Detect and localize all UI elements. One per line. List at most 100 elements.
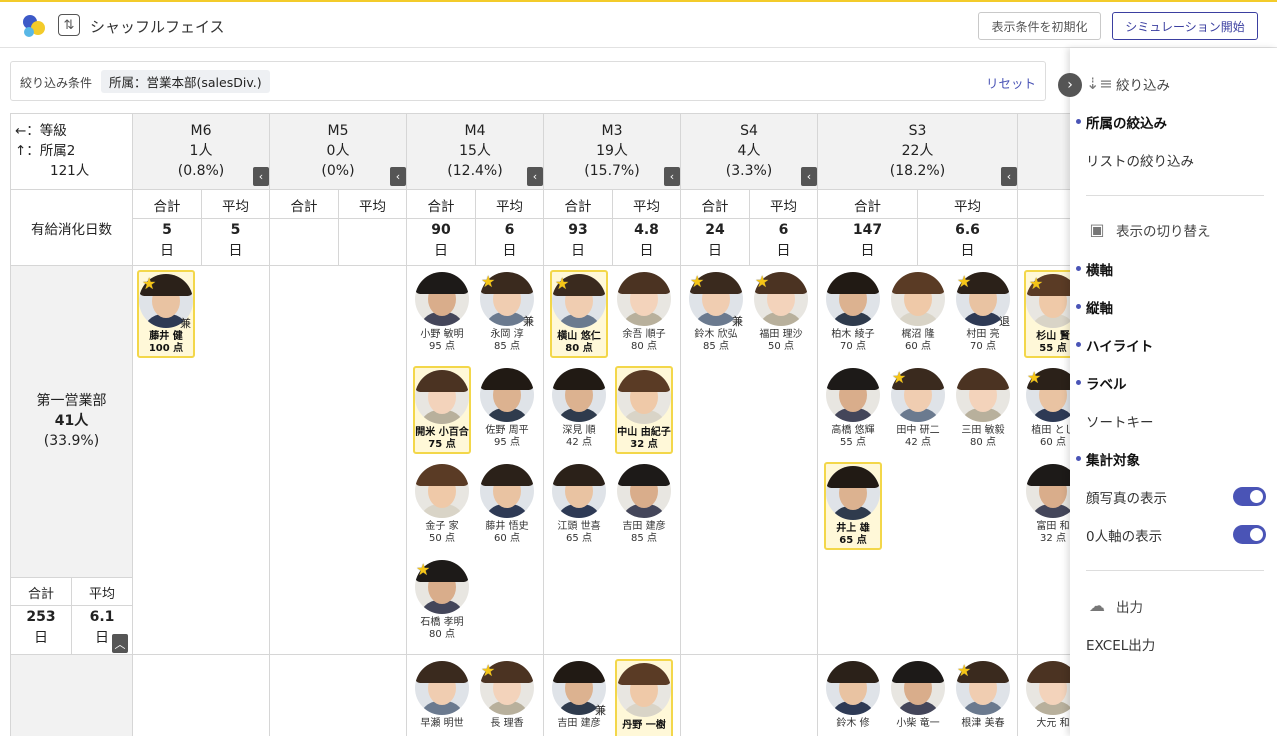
panel-item-aggregate[interactable]: 集計対象 <box>1086 449 1140 469</box>
person-score: 55 点 <box>840 437 866 448</box>
collapse-column-icon[interactable]: ‹ <box>527 167 543 186</box>
sum-unit: 日 <box>860 243 875 259</box>
person-card[interactable]: 富田 和 32 点 <box>1024 462 1070 550</box>
person-card[interactable]: 三田 敏毅 80 点 <box>954 366 1012 454</box>
person-card[interactable]: 高橋 悠輝 55 点 <box>824 366 882 454</box>
person-card[interactable]: 小野 敏明 95 点 <box>413 270 471 358</box>
collapse-column-icon[interactable]: ‹ <box>1001 167 1017 186</box>
row-avg-label-text: 平均 <box>88 587 115 602</box>
person-card[interactable]: 江頭 世喜 65 点 <box>550 462 608 550</box>
filter-chip[interactable]: 所属：営業本部(salesDiv.) <box>101 70 270 93</box>
person-photo <box>617 663 671 717</box>
avg-number-text: 6 <box>504 222 515 238</box>
person-card[interactable]: 余吾 順子 80 点 <box>615 270 673 358</box>
person-card[interactable]: 小柴 竜一 <box>889 659 947 736</box>
filter-reset-link[interactable]: リセット <box>986 73 1036 92</box>
person-card[interactable]: ★ 兼永岡 淳 85 点 <box>478 270 536 358</box>
person-card[interactable]: ★ 長 理香 <box>478 659 536 736</box>
filter-bar: 絞り込み条件 所属：営業本部(salesDiv.) リセット <box>10 61 1046 101</box>
avg-label: 平均 <box>750 190 818 219</box>
panel-toggle-icon[interactable]: › <box>1058 73 1082 97</box>
active-dot <box>1076 380 1081 385</box>
panel-item-label[interactable]: ラベル <box>1086 373 1127 393</box>
photo-hair <box>617 370 671 392</box>
person-card[interactable]: ★ 石橋 孝明 80 点 <box>413 558 471 646</box>
panel-item-highlight[interactable]: ハイライト <box>1086 335 1153 355</box>
panel-item-sort-key[interactable]: ソートキー <box>1086 411 1154 431</box>
shuffle-icon[interactable]: ⇅ <box>58 14 80 36</box>
sum-label: 合計 <box>818 190 918 219</box>
person-card[interactable]: 佐野 周平 95 点 <box>478 366 536 454</box>
person-name: 植田 とし <box>1031 425 1070 436</box>
collapse-column-icon[interactable]: ‹ <box>801 167 817 186</box>
zero-axis-toggle-switch[interactable] <box>1233 525 1266 544</box>
avg-label: 平均 <box>476 190 544 219</box>
person-card[interactable]: 丹野 一樹 <box>615 659 673 736</box>
person-card[interactable]: 吉田 建彦 85 点 <box>615 462 673 550</box>
sum-number-text: 147 <box>852 222 883 238</box>
panel-item-x-axis[interactable]: 横軸 <box>1086 259 1113 279</box>
person-card[interactable]: 兼吉田 建彦 <box>550 659 608 736</box>
panel-item-excel-export[interactable]: EXCEL出力 <box>1086 634 1155 654</box>
person-photo <box>826 661 880 715</box>
person-card[interactable]: 柏木 綾子 70 点 <box>824 270 882 358</box>
avg-number: 4.8 <box>613 219 680 240</box>
person-card[interactable]: 早瀬 明世 <box>413 659 471 736</box>
photo-toggle-switch[interactable] <box>1233 487 1266 506</box>
filter-label: 絞り込み条件 <box>20 76 93 90</box>
collapse-column-icon[interactable]: ‹ <box>253 167 269 186</box>
star-icon: ★ <box>416 560 431 579</box>
person-card[interactable]: ★ 植田 とし 60 点 <box>1024 366 1070 454</box>
person-photo <box>826 272 880 326</box>
person-card[interactable]: 深見 順 42 点 <box>550 366 608 454</box>
star-icon: ★ <box>755 272 770 291</box>
sum-value: 147 日 <box>818 219 918 266</box>
person-card[interactable]: ★ 根津 美春 <box>954 659 1012 736</box>
row-sum-unit: 日 <box>34 630 48 646</box>
grade-count: 15人 <box>459 143 491 159</box>
start-simulation-button[interactable]: シミュレーション開始 <box>1112 12 1258 40</box>
person-photo <box>826 466 880 520</box>
person-name: 根津 美春 <box>961 718 1005 729</box>
photo-hair <box>826 272 880 294</box>
person-card[interactable]: ★ 横山 悠仁 80 点 <box>550 270 608 358</box>
person-card[interactable]: 開米 小百合 75 点 <box>413 366 471 454</box>
person-photo <box>891 661 945 715</box>
sum-label: 合計 <box>681 190 750 219</box>
avg-label: 平均 <box>339 190 407 219</box>
person-card[interactable]: 鈴木 修 <box>824 659 882 736</box>
panel-item-dept-filter[interactable]: 所属の絞込み <box>1086 112 1167 132</box>
person-score: 95 点 <box>494 437 520 448</box>
person-card[interactable]: ★ 杉山 賢 55 点 <box>1024 270 1070 358</box>
collapse-column-icon[interactable]: ‹ <box>664 167 680 186</box>
avg-number: 6 <box>476 219 543 240</box>
reset-view-button[interactable]: 表示条件を初期化 <box>978 12 1101 40</box>
person-name: 江頭 世喜 <box>557 521 601 532</box>
grade-name: M3 <box>601 123 623 139</box>
avg-value: 6日 <box>750 219 818 266</box>
person-card[interactable]: ★ 兼鈴木 欣弘 85 点 <box>687 270 745 358</box>
person-card[interactable]: 金子 家 50 点 <box>413 462 471 550</box>
collapse-row-icon[interactable]: ︿ <box>112 634 128 653</box>
avg-number-text: 4.8 <box>634 222 659 238</box>
person-card[interactable]: ★ 兼藤井 健 100 点 <box>137 270 195 358</box>
collapse-column-icon[interactable]: ‹ <box>390 167 406 186</box>
sum-number-text: 24 <box>705 222 725 238</box>
person-card[interactable]: ★ 退村田 亮 70 点 <box>954 270 1012 358</box>
star-icon: ★ <box>957 661 972 680</box>
person-card[interactable]: 藤井 悟史 60 点 <box>478 462 536 550</box>
person-card[interactable]: ★ 田中 研二 42 点 <box>889 366 947 454</box>
active-dot <box>1076 119 1081 124</box>
person-card[interactable]: 中山 由紀子 32 点 <box>615 366 673 454</box>
person-card[interactable]: 梶沼 隆 60 点 <box>889 270 947 358</box>
photo-hair <box>891 272 945 294</box>
person-name: 杉山 賢 <box>1036 331 1070 342</box>
person-card[interactable]: 井上 雄 65 点 <box>824 462 882 550</box>
grade-pct: (0.8%) <box>177 163 225 179</box>
person-card[interactable]: 大元 和 <box>1024 659 1070 736</box>
panel-item-y-axis[interactable]: 縦軸 <box>1086 297 1113 317</box>
avg-value: 5日 <box>202 219 270 266</box>
photo-hair <box>826 368 880 390</box>
panel-item-list-filter[interactable]: リストの絞り込み <box>1086 150 1194 170</box>
person-card[interactable]: ★ 福田 理沙 50 点 <box>752 270 810 358</box>
